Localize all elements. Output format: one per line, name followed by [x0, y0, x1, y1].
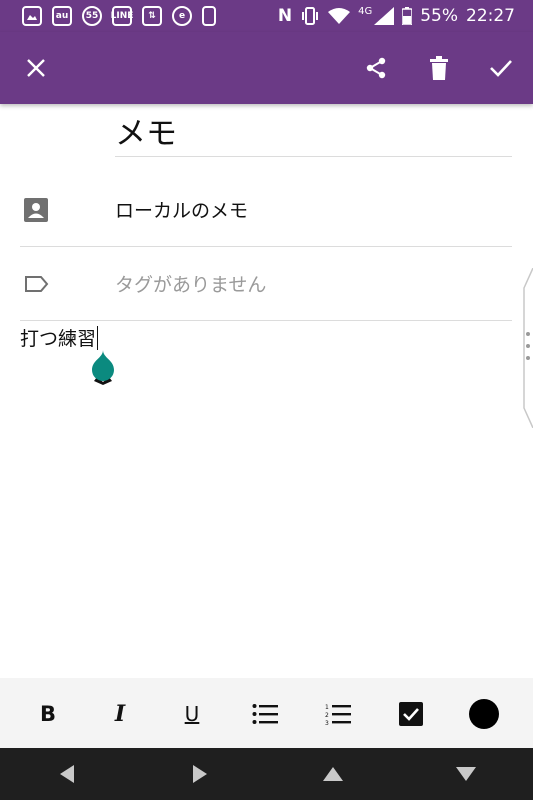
triangle-left-icon: [60, 765, 74, 783]
e-icon-label: e: [178, 11, 186, 21]
vibrate-icon: [302, 7, 319, 25]
status-bar: au 55 LINE ⇅ e N 4G 55% 22:27: [0, 0, 533, 32]
au-icon: au: [52, 6, 72, 26]
gallery-icon: [22, 6, 42, 26]
tag-icon: [25, 276, 49, 292]
system-icons: N 4G 55% 22:27: [278, 5, 515, 27]
transfer-icon: ⇅: [142, 6, 162, 26]
checkbox-icon: [399, 702, 423, 726]
account-row[interactable]: ローカルのメモ: [20, 174, 512, 247]
triangle-down-icon: [456, 767, 476, 781]
signal-icon: [374, 7, 395, 25]
svg-text:3: 3: [325, 720, 329, 725]
notification-icons: au 55 LINE ⇅ e: [22, 5, 216, 27]
note-body[interactable]: 打つ練習: [20, 324, 99, 351]
bulleted-list-icon: [252, 704, 278, 724]
nav-forward-button[interactable]: [187, 762, 213, 786]
italic-button[interactable]: I: [102, 696, 138, 732]
phone-icon: [202, 6, 216, 26]
close-button[interactable]: [18, 50, 54, 86]
close-icon: [27, 59, 45, 77]
share-icon: [366, 57, 386, 79]
network-type: 4G: [358, 5, 373, 17]
svg-text:2: 2: [325, 712, 329, 719]
text-color-button[interactable]: [466, 696, 502, 732]
svg-text:1: 1: [325, 704, 329, 711]
tags-placeholder: タグがありません: [115, 274, 267, 296]
note-title[interactable]: メモ: [115, 108, 177, 153]
format-toolbar: B I U 123: [0, 678, 533, 748]
nav-back-button[interactable]: [54, 762, 80, 786]
bulleted-list-button[interactable]: [247, 696, 283, 732]
color-circle-icon: [469, 699, 499, 729]
battery-icon: [402, 7, 413, 25]
delete-icon: [430, 56, 448, 80]
triangle-up-icon: [323, 767, 343, 781]
note-body-text: 打つ練習: [20, 328, 97, 350]
triangle-right-icon: [193, 765, 207, 783]
app-bar: [0, 32, 533, 104]
underline-button[interactable]: U: [174, 696, 210, 732]
nfc-icon: N: [277, 6, 293, 26]
title-row[interactable]: メモ: [115, 104, 512, 157]
numbered-list-button[interactable]: 123: [320, 696, 356, 732]
line-icon: LINE: [111, 6, 133, 26]
account-box-icon: [24, 198, 48, 222]
tags-row[interactable]: タグがありません: [20, 248, 512, 321]
bold-icon: B: [39, 702, 56, 726]
check-icon: [490, 60, 512, 77]
badge-55-label: 55: [85, 11, 99, 21]
italic-icon: I: [114, 701, 126, 727]
clock: 22:27: [466, 6, 515, 26]
battery-percent: 55%: [420, 6, 458, 26]
badge-55-icon: 55: [82, 6, 102, 26]
numbered-list-icon: 123: [325, 704, 351, 725]
e-icon: e: [172, 6, 192, 26]
nav-down-button[interactable]: [453, 762, 479, 786]
save-button[interactable]: [483, 50, 519, 86]
delete-button[interactable]: [421, 50, 457, 86]
text-selection-handle[interactable]: [88, 348, 118, 386]
wifi-icon: [328, 8, 351, 24]
edge-panel-handle[interactable]: [521, 268, 533, 428]
nav-up-button[interactable]: [320, 762, 346, 786]
underline-icon: U: [184, 702, 200, 726]
checkbox-button[interactable]: [393, 696, 429, 732]
account-label: ローカルのメモ: [115, 200, 249, 222]
text-cursor: [97, 326, 99, 350]
bold-button[interactable]: B: [30, 696, 66, 732]
share-button[interactable]: [358, 50, 394, 86]
system-nav-bar: [0, 748, 533, 800]
